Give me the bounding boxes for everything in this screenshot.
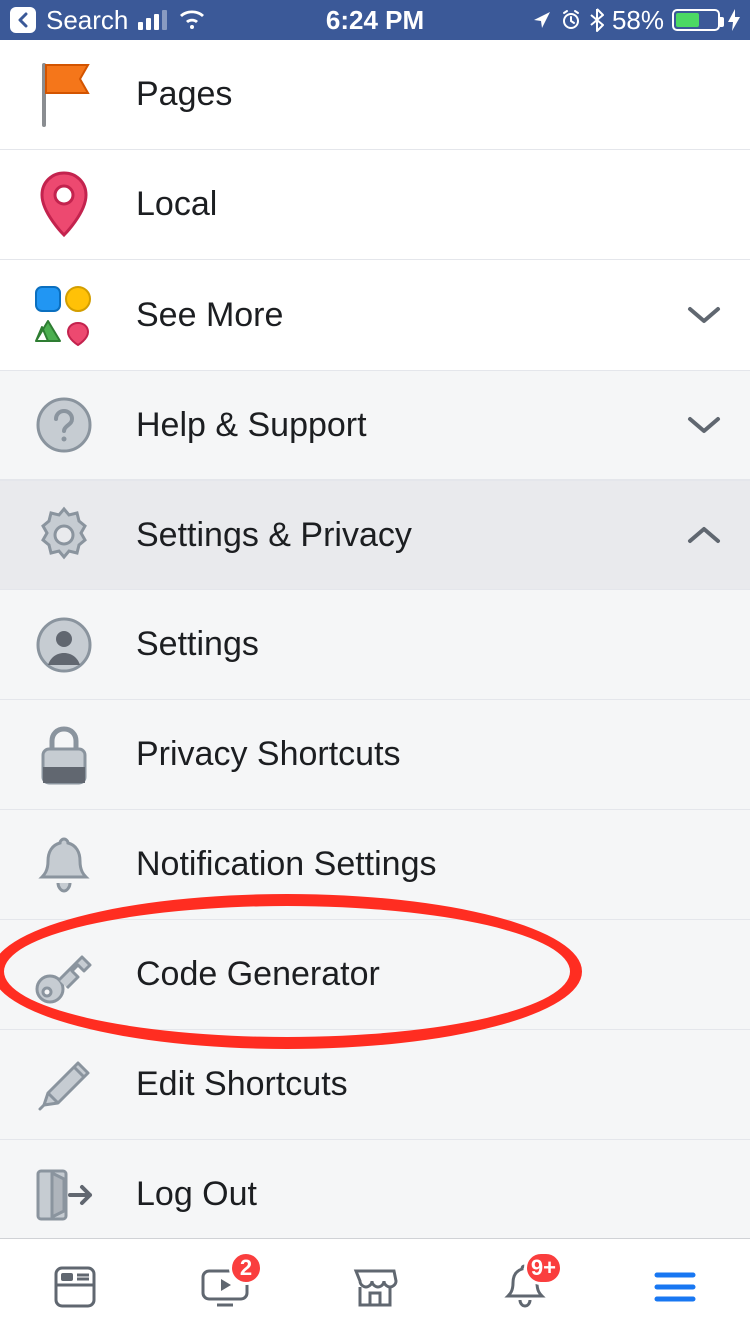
menu-item-label: Edit Shortcuts	[136, 1065, 722, 1104]
gear-icon	[28, 505, 100, 565]
cellular-signal-icon	[138, 10, 167, 30]
shapes-icon	[28, 283, 100, 347]
chevron-down-icon	[686, 305, 722, 325]
lock-icon	[28, 723, 100, 787]
menu-item-help-support[interactable]: Help & Support	[0, 370, 750, 480]
back-to-app-label[interactable]: Search	[46, 5, 128, 36]
flag-icon	[28, 59, 100, 131]
bell-icon	[28, 833, 100, 897]
tab-bar: 2 9+	[0, 1238, 750, 1334]
menu-item-label: Settings	[136, 625, 722, 664]
menu-item-settings[interactable]: Settings	[0, 590, 750, 700]
menu-item-edit-shortcuts[interactable]: Edit Shortcuts	[0, 1030, 750, 1140]
tab-video-badge: 2	[229, 1251, 263, 1285]
menu-item-label: Help & Support	[136, 406, 686, 445]
menu-item-privacy-shortcuts[interactable]: Privacy Shortcuts	[0, 700, 750, 810]
wifi-icon	[177, 9, 207, 31]
menu-item-label: Local	[136, 185, 722, 224]
menu-item-label: Notification Settings	[136, 845, 722, 884]
battery-icon	[672, 9, 720, 31]
person-circle-icon	[28, 615, 100, 675]
menu-item-see-more[interactable]: See More	[0, 260, 750, 370]
menu-item-code-generator[interactable]: Code Generator	[0, 920, 750, 1030]
logout-icon	[28, 1165, 100, 1225]
menu-item-label: Pages	[136, 75, 722, 114]
map-pin-icon	[28, 169, 100, 241]
menu-item-label: Privacy Shortcuts	[136, 735, 722, 774]
question-circle-icon	[28, 395, 100, 455]
tab-feed[interactable]	[45, 1257, 105, 1317]
chevron-up-icon	[686, 525, 722, 545]
tab-menu[interactable]	[645, 1257, 705, 1317]
menu-item-pages[interactable]: Pages	[0, 40, 750, 150]
menu-item-notification-settings[interactable]: Notification Settings	[0, 810, 750, 920]
tab-video[interactable]: 2	[195, 1257, 255, 1317]
tab-notifications[interactable]: 9+	[495, 1257, 555, 1317]
alarm-icon	[560, 9, 582, 31]
pencil-icon	[28, 1055, 100, 1115]
menu-item-label: Settings & Privacy	[136, 516, 686, 555]
back-to-app-button[interactable]	[10, 7, 36, 33]
menu-item-label: Log Out	[136, 1175, 722, 1214]
chevron-down-icon	[686, 415, 722, 435]
location-icon	[532, 10, 552, 30]
menu-item-label: Code Generator	[136, 955, 722, 994]
menu-item-settings-privacy[interactable]: Settings & Privacy	[0, 480, 750, 590]
tab-marketplace[interactable]	[345, 1257, 405, 1317]
menu-item-label: See More	[136, 296, 686, 335]
menu-item-local[interactable]: Local	[0, 150, 750, 260]
bluetooth-icon	[590, 8, 604, 32]
key-icon	[28, 943, 100, 1007]
battery-pct-label: 58%	[612, 5, 664, 36]
status-bar: Search 6:24 PM 58%	[0, 0, 750, 40]
tab-notifications-badge: 9+	[524, 1251, 563, 1285]
menu-item-log-out[interactable]: Log Out	[0, 1140, 750, 1250]
charging-icon	[728, 9, 740, 31]
status-time: 6:24 PM	[253, 5, 496, 36]
